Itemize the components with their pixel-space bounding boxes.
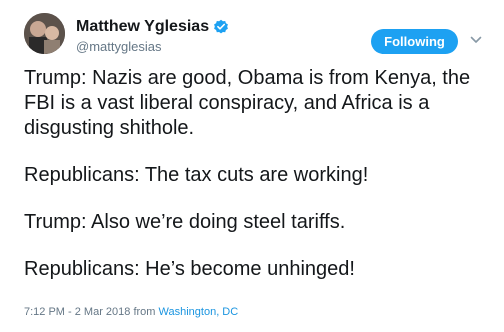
from-label: from	[133, 306, 156, 318]
tweet-paragraph: Republicans: The tax cuts are working!	[24, 164, 369, 186]
verified-badge-icon	[214, 19, 228, 34]
avatar[interactable]	[24, 13, 65, 54]
tweet-text: Trump: Nazis are good, Obama is from Ken…	[24, 66, 494, 304]
tweet-paragraph: Trump: Also we’re doing steel tariffs.	[24, 211, 346, 233]
location-link[interactable]: Washington, DC	[159, 306, 239, 318]
tweet-paragraph: Trump: Nazis are good, Obama is from Ken…	[24, 67, 471, 139]
following-button[interactable]: Following	[371, 29, 458, 54]
tweet-paragraph: Republicans: He’s become unhinged!	[24, 258, 355, 280]
author-name-row[interactable]: Matthew Yglesias	[76, 18, 229, 36]
avatar-image	[24, 13, 65, 54]
author-handle[interactable]: @mattyglesias	[76, 39, 161, 54]
timestamp[interactable]: 7:12 PM - 2 Mar 2018	[24, 306, 130, 318]
tweet-card: Matthew Yglesias @mattyglesias Following…	[0, 0, 504, 332]
tweet-metadata: 7:12 PM - 2 Mar 2018 from Washington, DC	[24, 306, 238, 318]
author-name[interactable]: Matthew Yglesias	[76, 18, 209, 36]
chevron-down-icon[interactable]	[469, 33, 483, 47]
